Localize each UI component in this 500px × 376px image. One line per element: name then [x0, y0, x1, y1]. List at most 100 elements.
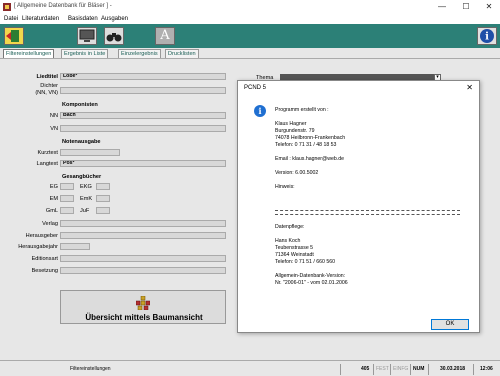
dialog-line: Telefon: 0 71 51 / 660 560	[275, 259, 335, 265]
status-einfg: EINFG	[393, 366, 409, 372]
window-title: [ Allgemeine Datenbank für Bläser ] -	[14, 3, 112, 9]
herausgeber-field[interactable]	[60, 232, 226, 239]
status-text: Filtereinstellungen	[70, 366, 111, 372]
ekg-label: EKG	[80, 184, 92, 190]
vn-field[interactable]	[60, 125, 226, 132]
maximize-button[interactable]: ☐	[456, 1, 476, 13]
monitor-button[interactable]	[77, 27, 97, 45]
dichter-label: Dichter (NN, VN)	[35, 83, 58, 96]
status-time: 12:06	[480, 366, 493, 372]
tab-drucklisten[interactable]: Drucklisten	[165, 49, 199, 58]
baumansicht-label: Übersicht mittels Baumansicht	[85, 313, 203, 322]
besetzung-label: Besetzung	[31, 268, 58, 274]
close-button[interactable]: ✕	[479, 1, 499, 13]
status-date: 30.03.2018	[440, 366, 466, 372]
status-divider	[390, 364, 391, 375]
tab-einzelergebnis[interactable]: Einzelergebnis	[118, 49, 161, 58]
verlag-field[interactable]	[60, 220, 226, 227]
dialog-title: PCND 5	[244, 85, 267, 91]
liedtitel-field[interactable]: Lobe*	[60, 73, 226, 80]
em-label: EM	[49, 196, 58, 202]
dialog-line: Version: 6.00.5002	[275, 170, 319, 176]
dialog-line: Burgundenstr. 79	[275, 128, 315, 134]
info-icon: i	[254, 105, 266, 117]
dialog-spacer	[275, 191, 475, 207]
dialog-line: Programm erstellt von :	[275, 107, 329, 113]
emk-field[interactable]	[96, 195, 110, 202]
font-button[interactable]: A	[155, 27, 175, 45]
dialog-divider	[275, 214, 460, 215]
tab-ergebnis-in-liste[interactable]: Ergebnis in Liste	[61, 49, 109, 58]
app-icon	[3, 3, 11, 11]
info-icon: i	[480, 29, 494, 43]
dialog-line	[275, 177, 475, 184]
dialog-line	[275, 149, 475, 156]
verlag-label: Verlag	[42, 221, 58, 227]
emk-label: EmK	[80, 196, 93, 202]
dialog-line: Nr. "2006-01" - vom 02.01.2006	[275, 280, 348, 286]
binoculars-icon	[106, 33, 122, 42]
editionsart-field[interactable]	[60, 255, 226, 262]
dialog-close-button[interactable]: ✕	[466, 83, 473, 92]
gml-label: GmL	[45, 208, 58, 214]
dialog-body: Programm erstellt von : Klaus Hagner Bur…	[275, 107, 475, 287]
title-bar: [ Allgemeine Datenbank für Bläser ] - — …	[0, 0, 500, 14]
gml-field[interactable]	[60, 207, 74, 214]
dialog-line	[275, 114, 475, 121]
menu-literaturdaten[interactable]: Literaturdaten	[22, 16, 59, 22]
eg-label: EG	[49, 184, 58, 190]
dialog-line: Hans Koch	[275, 238, 301, 244]
dialog-line: Allgemein-Datenbank-Version:	[275, 273, 346, 279]
menu-datei[interactable]: Datei	[4, 16, 18, 22]
status-divider	[340, 364, 341, 375]
dialog-line: Telefon: 0 71 31 / 48 18 53	[275, 142, 337, 148]
exit-icon	[6, 30, 19, 42]
font-icon: A	[160, 28, 170, 43]
dialog-line	[275, 266, 475, 273]
tab-bar: Filtereinstellungen Ergebnis in Liste Ei…	[0, 48, 500, 58]
em-field[interactable]	[60, 195, 74, 202]
status-fest: FEST	[376, 366, 389, 372]
nn-label: NN	[49, 113, 58, 119]
status-divider	[373, 364, 374, 375]
dialog-line: 74078 Heilbronn-Frankenbach	[275, 135, 346, 141]
status-count: 405	[361, 366, 370, 372]
ekg-field[interactable]	[96, 183, 110, 190]
exit-button[interactable]	[4, 27, 24, 45]
minimize-button[interactable]: —	[432, 1, 452, 13]
status-divider	[473, 364, 474, 375]
info-button[interactable]: i	[477, 27, 497, 45]
ok-button[interactable]: OK	[431, 319, 469, 330]
tab-filtereinstellungen[interactable]: Filtereinstellungen	[3, 49, 55, 58]
menu-ausgaben[interactable]: Ausgaben	[101, 16, 128, 22]
eg-field[interactable]	[60, 183, 74, 190]
menu-bar: Datei Literaturdaten Basisdaten Ausgaben	[0, 14, 500, 24]
langtext-field[interactable]: Pos*	[60, 160, 226, 167]
herausgabejahr-field[interactable]	[60, 243, 90, 250]
juf-label: JuF	[80, 208, 90, 214]
toolbar: A i	[0, 24, 500, 48]
vn-label: VN	[50, 126, 58, 132]
status-divider	[428, 364, 429, 375]
search-button[interactable]	[104, 27, 124, 45]
status-divider	[410, 364, 411, 375]
dialog-line: Email : klaus.hagner@web.de	[275, 156, 344, 162]
nn-field[interactable]: Bach	[60, 112, 226, 119]
dialog-line	[275, 163, 475, 170]
besetzung-field[interactable]	[60, 267, 226, 274]
dialog-divider	[275, 210, 460, 211]
baumansicht-button[interactable]: Übersicht mittels Baumansicht	[60, 290, 226, 324]
editionsart-label: Editionsart	[31, 256, 58, 262]
gesangbuecher-heading: Gesangbücher	[62, 174, 102, 180]
langtext-label: Langtext	[36, 161, 58, 167]
kurztext-field[interactable]	[60, 149, 120, 156]
monitor-icon	[79, 29, 95, 42]
dichter-field[interactable]	[60, 87, 226, 94]
kurztext-label: Kurztext	[37, 150, 58, 156]
juf-field[interactable]	[96, 207, 110, 214]
dialog-line: Datenpflege:	[275, 224, 305, 230]
tree-icon	[136, 296, 150, 310]
dialog-line: 71364 Weinstadt	[275, 252, 314, 258]
komponisten-heading: Komponisten	[62, 102, 98, 108]
menu-basisdaten[interactable]: Basisdaten	[68, 16, 98, 22]
